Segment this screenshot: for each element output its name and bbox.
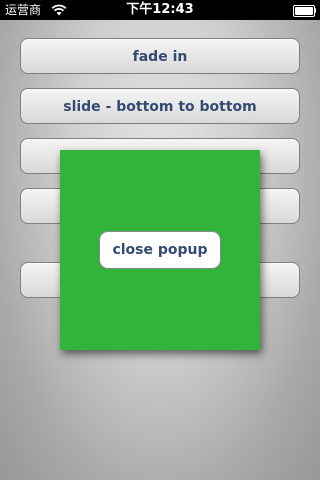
battery-icon <box>293 5 316 17</box>
fade-in-button[interactable]: fade in <box>20 38 300 74</box>
status-time: 下午12:43 <box>126 2 194 17</box>
slide-bottom-to-bottom-button[interactable]: slide - bottom to bottom <box>20 88 300 124</box>
popup: close popup <box>60 150 260 350</box>
battery-fill <box>295 7 313 15</box>
status-bar: 运营商 下午12:43 <box>0 0 320 20</box>
close-popup-button[interactable]: close popup <box>99 231 221 269</box>
